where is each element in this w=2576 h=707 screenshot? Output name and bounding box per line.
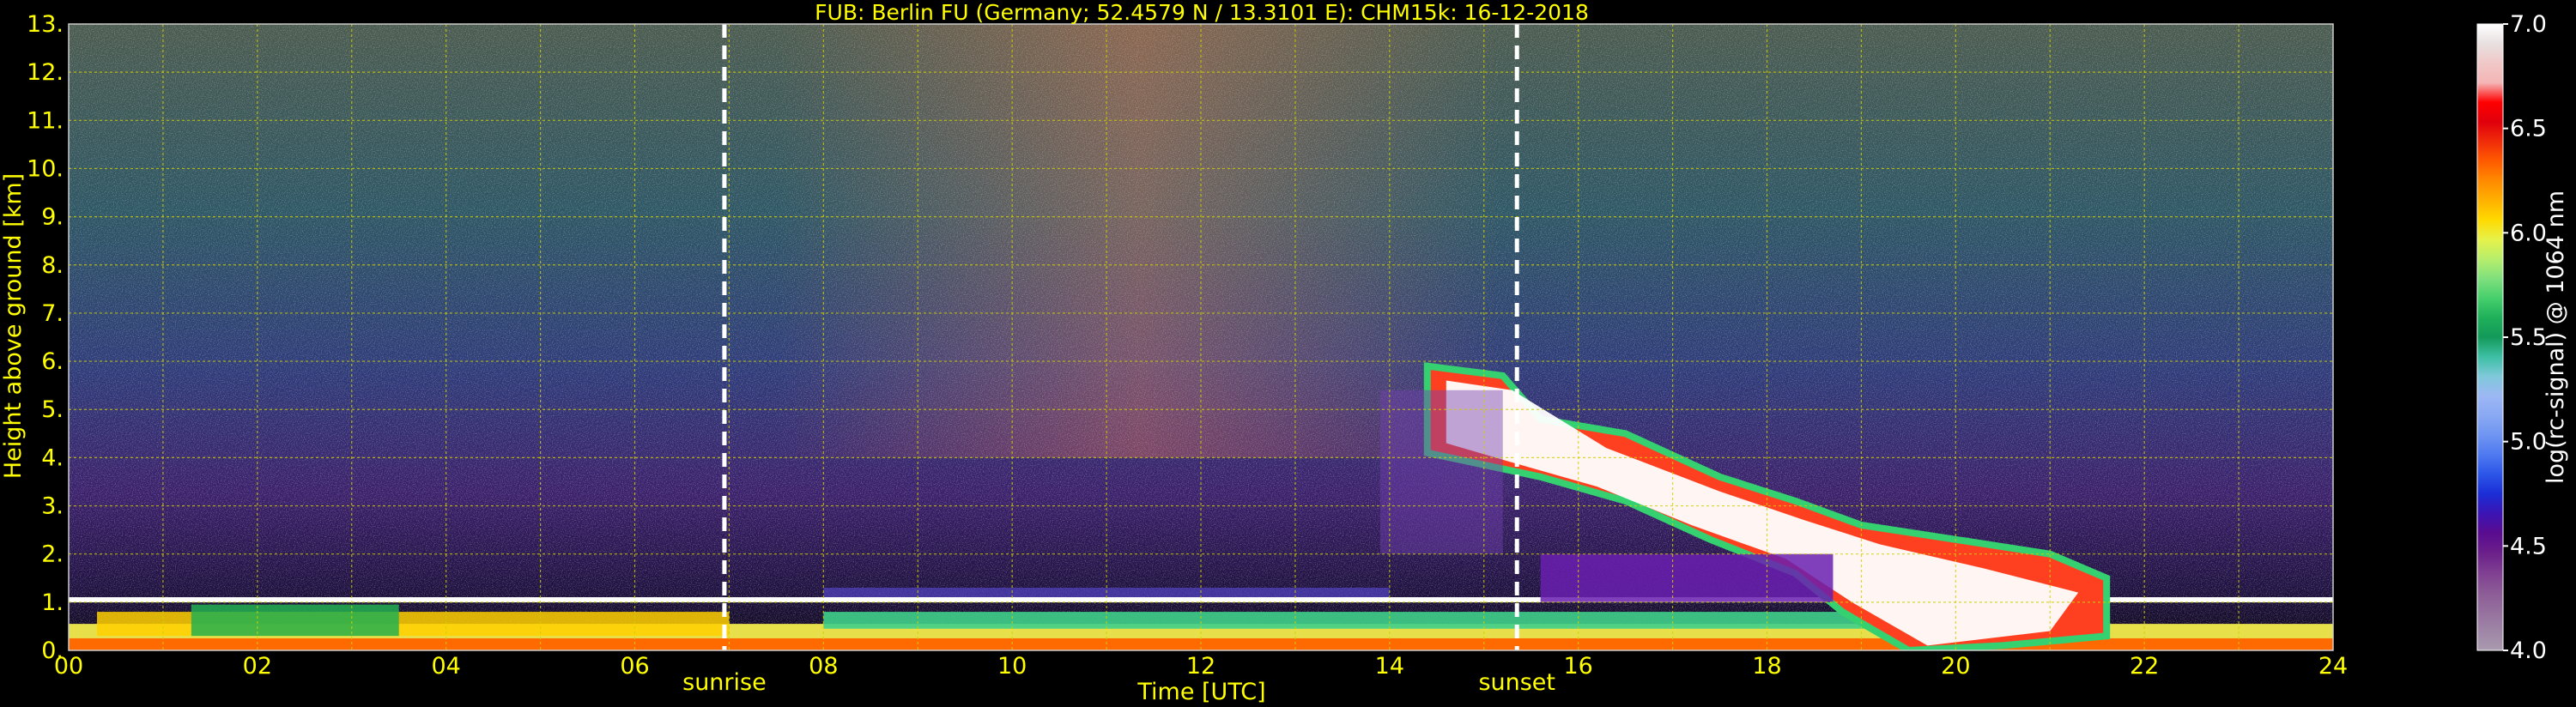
- y-axis-label: Height above ground [km]: [0, 173, 27, 479]
- y-tick-label: 13.: [27, 11, 64, 38]
- y-tick-label: 1.: [41, 589, 64, 616]
- colorbar-tick-label: 6.5: [2510, 116, 2547, 142]
- y-tick-label: 11.: [27, 107, 64, 134]
- colorbar-tick-label: 5.5: [2510, 324, 2547, 351]
- colorbar-scale: [2476, 23, 2504, 651]
- marker-label: sunrise: [682, 669, 767, 696]
- x-tick-label: 08: [809, 653, 838, 680]
- y-axis-ticks: 0. 1. 2. 3. 4. 5. 6. 7. 8. 9. 10. 11. 12. 13.: [27, 11, 64, 664]
- colorbar: 4.0 4.5 5.0 5.5 6.0 6.5 7.0 log(rc-signal) @ 1…: [2476, 11, 2569, 664]
- y-tick-label: 8.: [41, 252, 64, 279]
- x-axis-ticks: 00 02 04 06 08 10 12 14 16 18 20 22 24: [54, 653, 2348, 680]
- colorbar-ticks: 4.0 4.5 5.0 5.5 6.0 6.5 7.0: [2503, 11, 2547, 664]
- y-tick-label: 5.: [41, 396, 64, 423]
- cloud-virga: [1540, 553, 1834, 602]
- chart-title: FUB: Berlin FU (Germany; 52.4579 N / 13.…: [815, 0, 1589, 25]
- y-tick-label: 3.: [41, 493, 64, 520]
- x-tick-label: 14: [1375, 653, 1404, 680]
- ceilometer-chart: sunrise sunset 00 02 04 06 08 10 12 14 16 18 20 22 24…: [0, 0, 2569, 705]
- aerosol-layer-green: [191, 604, 399, 637]
- colorbar-tick-label: 6.0: [2510, 220, 2547, 246]
- marker-label: sunset: [1478, 669, 1555, 696]
- y-tick-label: 2.: [41, 541, 64, 568]
- y-tick-label: 10.: [27, 155, 64, 182]
- x-tick-label: 12: [1186, 653, 1215, 680]
- y-tick-label: 7.: [41, 300, 64, 327]
- colorbar-tick-label: 7.0: [2510, 11, 2547, 38]
- y-tick-label: 0.: [41, 638, 64, 664]
- x-tick-label: 16: [1563, 653, 1592, 680]
- x-tick-label: 02: [243, 653, 272, 680]
- y-tick-label: 6.: [41, 348, 64, 375]
- aerosol-layer-day: [823, 612, 1956, 629]
- x-tick-label: 18: [1752, 653, 1781, 680]
- x-tick-label: 04: [431, 653, 460, 680]
- colorbar-label: log(rc-signal) @ 1064 nm: [2543, 190, 2569, 484]
- colorbar-tick-label: 4.0: [2510, 638, 2547, 664]
- colorbar-tick-label: 4.5: [2510, 533, 2547, 559]
- x-tick-label: 24: [2318, 653, 2348, 680]
- x-tick-label: 10: [997, 653, 1027, 680]
- y-tick-label: 4.: [41, 444, 64, 471]
- x-tick-label: 22: [2130, 653, 2159, 680]
- y-tick-label: 12.: [27, 59, 64, 86]
- x-tick-label: 20: [1941, 653, 1970, 680]
- colorbar-tick-label: 5.0: [2510, 429, 2547, 456]
- x-tick-label: 06: [620, 653, 649, 680]
- y-tick-label: 9.: [41, 204, 64, 231]
- x-axis-label: Time [UTC]: [1136, 679, 1265, 705]
